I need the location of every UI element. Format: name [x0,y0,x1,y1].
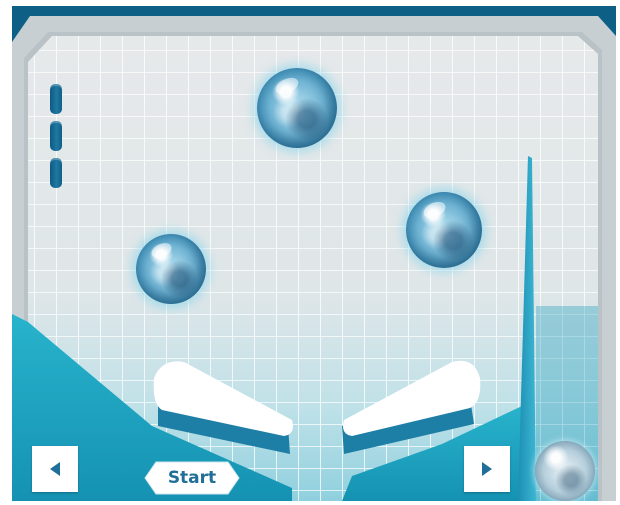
start-button-label: Start [167,468,217,488]
left-flipper-button[interactable] [32,446,78,492]
bumper-left [136,234,206,304]
start-button[interactable]: Start [144,461,240,495]
ball-indicator-2 [50,121,62,151]
right-flipper-button[interactable] [464,446,510,492]
ball-indicator-3 [50,158,62,188]
ball-indicator-1 [50,84,62,114]
left-arrow-icon [50,462,60,476]
bumper-right [406,192,482,268]
right-arrow-icon [482,462,492,476]
reserve-ball [535,441,595,501]
pinball-table: Start [12,6,616,501]
bumper-top [257,68,337,148]
